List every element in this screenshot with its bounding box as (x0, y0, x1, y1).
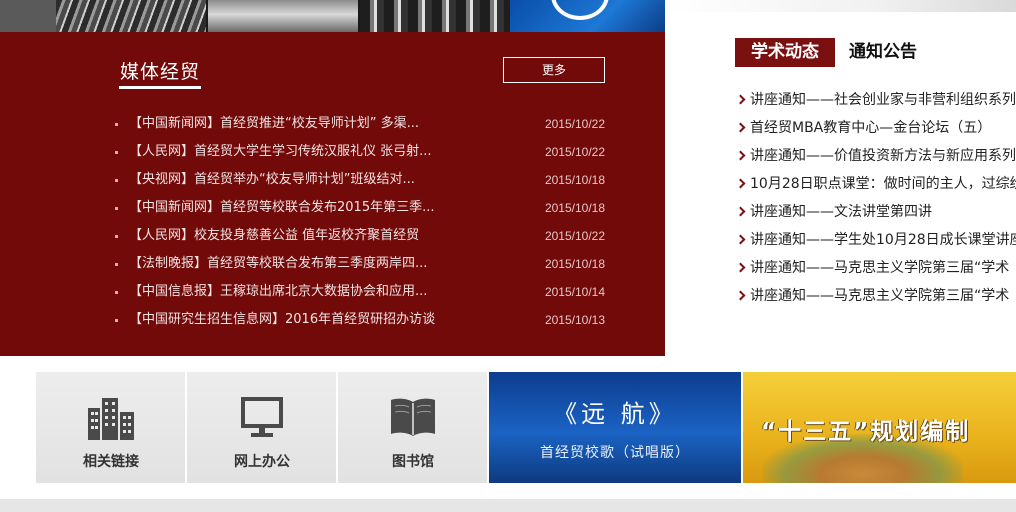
chevron-right-icon (735, 178, 746, 189)
news-title[interactable]: 【人民网】校友投身慈善公益 值年返校齐聚首经贸 (129, 226, 469, 246)
list-item-title[interactable]: 讲座通知——学生处10月28日成长课堂讲座 (750, 228, 1016, 252)
more-button[interactable]: 更多 (503, 57, 605, 83)
tab-academic-news[interactable]: 学术动态 (735, 38, 835, 67)
media-section: 媒体经贸 更多 【中国新闻网】首经贸推进“校友导师计划” 多渠... 2015/… (0, 32, 665, 356)
chevron-right-icon (735, 94, 746, 105)
news-list: 【中国新闻网】首经贸推进“校友导师计划” 多渠... 2015/10/22 【人… (115, 114, 610, 338)
bullet-icon (115, 319, 118, 322)
news-date: 2015/10/22 (544, 145, 605, 159)
chevron-right-icon (735, 290, 746, 301)
list-item-title[interactable]: 10月28日职点课堂：做时间的主人，过综纷 (750, 172, 1016, 196)
photo-strip (0, 0, 665, 32)
list-item[interactable]: 首经贸MBA教育中心—金台论坛（五） (735, 116, 1016, 144)
news-date: 2015/10/14 (544, 285, 605, 299)
news-date: 2015/10/13 (544, 313, 605, 327)
buildings-icon (88, 398, 134, 440)
news-item[interactable]: 【央视网】首经贸举办“校友导师计划”班级结对... 2015/10/18 (115, 170, 610, 198)
news-date: 2015/10/18 (544, 257, 605, 271)
campus-photo-1[interactable] (0, 0, 56, 32)
news-date: 2015/10/22 (544, 229, 605, 243)
news-item[interactable]: 【人民网】校友投身慈善公益 值年返校齐聚首经贸 2015/10/22 (115, 226, 610, 254)
news-title[interactable]: 【中国新闻网】首经贸推进“校友导师计划” 多渠... (129, 114, 469, 134)
campus-photo-3[interactable] (208, 0, 358, 32)
academic-list: 讲座通知——社会创业家与非营利组织系列 首经贸MBA教育中心—金台论坛（五） 讲… (735, 88, 1016, 312)
list-item[interactable]: 讲座通知——价值投资新方法与新应用系列 (735, 144, 1016, 172)
list-item[interactable]: 讲座通知——社会创业家与非营利组织系列 (735, 88, 1016, 116)
news-date: 2015/10/18 (544, 201, 605, 215)
news-item[interactable]: 【中国信息报】王稼琼出席北京大数据协会和应用... 2015/10/14 (115, 282, 610, 310)
footer-divider (0, 499, 1016, 512)
bullet-icon (115, 235, 118, 238)
news-item[interactable]: 【人民网】首经贸大学生学习传统汉服礼仪 张弓射... 2015/10/22 (115, 142, 610, 170)
bullet-icon (115, 179, 118, 182)
quick-link-library[interactable]: 图书馆 (338, 372, 488, 483)
list-item-title[interactable]: 讲座通知——社会创业家与非营利组织系列 (750, 88, 1016, 112)
campus-photo-4[interactable] (360, 0, 510, 32)
bullet-icon (115, 151, 118, 154)
tab-notices[interactable]: 通知公告 (849, 38, 917, 67)
list-item-title[interactable]: 讲座通知——马克思主义学院第三届“学术 (750, 256, 1009, 280)
page: 媒体经贸 更多 【中国新闻网】首经贸推进“校友导师计划” 多渠... 2015/… (0, 0, 1016, 512)
bullet-icon (115, 263, 118, 266)
play-icon[interactable] (551, 0, 609, 20)
list-item-title[interactable]: 讲座通知——价值投资新方法与新应用系列 (750, 144, 1016, 168)
quick-link-online-office[interactable]: 网上办公 (187, 372, 337, 483)
list-item-title[interactable]: 首经贸MBA教育中心—金台论坛（五） (750, 116, 991, 140)
chevron-right-icon (735, 234, 746, 245)
news-title[interactable]: 【中国研究生招生信息网】2016年首经贸研招办访谈 (129, 310, 469, 330)
video-thumbnail[interactable] (510, 0, 665, 32)
section-title: 媒体经贸 (120, 61, 201, 83)
banner-title: 《远 航》 (553, 400, 677, 428)
chevron-right-icon (735, 262, 746, 273)
news-item[interactable]: 【法制晚报】首经贸等校联合发布第三季度两岸四... 2015/10/18 (115, 254, 610, 282)
bullet-icon (115, 291, 118, 294)
book-icon (391, 398, 435, 436)
news-title[interactable]: 【法制晚报】首经贸等校联合发布第三季度两岸四... (129, 254, 469, 274)
news-title[interactable]: 【中国新闻网】首经贸等校联合发布2015年第三季... (129, 198, 469, 218)
list-item[interactable]: 讲座通知——学生处10月28日成长课堂讲座 (735, 228, 1016, 256)
news-title[interactable]: 【中国信息报】王稼琼出席北京大数据协会和应用... (129, 282, 469, 302)
news-title[interactable]: 【央视网】首经贸举办“校友导师计划”班级结对... (129, 170, 469, 190)
bullet-icon (115, 123, 118, 126)
quick-link-label: 图书馆 (392, 454, 434, 470)
chevron-right-icon (735, 122, 746, 133)
quick-links-bar: 相关链接 网上办公 图书馆 《远 航》 首经贸校歌（试唱版） “十三五”规划编制 (0, 356, 1016, 512)
list-item[interactable]: 10月28日职点课堂：做时间的主人，过综纷 (735, 172, 1016, 200)
quick-link-related[interactable]: 相关链接 (36, 372, 186, 483)
monitor-icon (241, 397, 283, 437)
news-item[interactable]: 【中国研究生招生信息网】2016年首经贸研招办访谈 2015/10/13 (115, 310, 610, 338)
title-underline (119, 86, 201, 89)
bullet-icon (115, 207, 118, 210)
list-item-title[interactable]: 讲座通知——马克思主义学院第三届“学术 (750, 284, 1009, 308)
news-item[interactable]: 【中国新闻网】首经贸推进“校友导师计划” 多渠... 2015/10/22 (115, 114, 610, 142)
banner-title: “十三五”规划编制 (761, 419, 971, 445)
news-date: 2015/10/18 (544, 173, 605, 187)
five-year-plan-banner[interactable]: “十三五”规划编制 (743, 372, 1016, 483)
campus-photo-2[interactable] (56, 0, 206, 32)
school-song-banner[interactable]: 《远 航》 首经贸校歌（试唱版） (489, 372, 741, 483)
banner-subtitle: 首经贸校歌（试唱版） (540, 445, 690, 461)
quick-link-label: 网上办公 (234, 454, 290, 470)
chevron-right-icon (735, 150, 746, 161)
news-title[interactable]: 【人民网】首经贸大学生学习传统汉服礼仪 张弓射... (129, 142, 469, 162)
list-item-title[interactable]: 讲座通知——文法讲堂第四讲 (750, 200, 932, 224)
chevron-right-icon (735, 206, 746, 217)
header-decoration (665, 0, 1016, 12)
list-item[interactable]: 讲座通知——马克思主义学院第三届“学术 (735, 284, 1016, 312)
news-item[interactable]: 【中国新闻网】首经贸等校联合发布2015年第三季... 2015/10/18 (115, 198, 610, 226)
list-item[interactable]: 讲座通知——文法讲堂第四讲 (735, 200, 1016, 228)
news-date: 2015/10/22 (544, 117, 605, 131)
list-item[interactable]: 讲座通知——马克思主义学院第三届“学术 (735, 256, 1016, 284)
quick-link-label: 相关链接 (83, 454, 139, 470)
